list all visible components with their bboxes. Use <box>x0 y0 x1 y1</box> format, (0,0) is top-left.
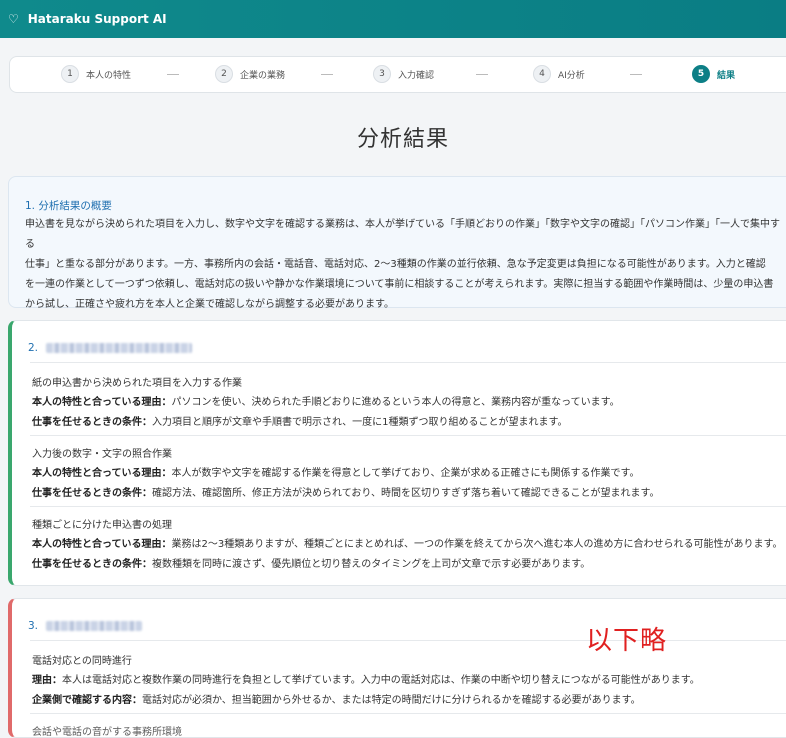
reason-label: 本人の特性と合っている理由： <box>32 539 172 550</box>
step-separator <box>476 74 488 75</box>
item-reason: 本人の特性と合っている理由：パソコンを使い、決められた手順どおりに進めるという本… <box>32 393 620 408</box>
summary-line: 仕事」と重なる部分があります。一方、事務所内の会話・電話音、電話対応、2～3種類… <box>25 259 766 270</box>
omitted-note: 以下略 <box>586 626 668 656</box>
reason-text: 本人が数字や文字を確認する作業を得意として挙げており、企業が求める正確さにも関係… <box>171 468 640 479</box>
item-title: 紙の申込書から決められた項目を入力する作業 <box>32 378 242 389</box>
redacted-heading <box>46 621 143 631</box>
step-separator <box>167 74 179 75</box>
section-number: 3. <box>28 620 39 632</box>
summary-card: 1. 分析結果の概要 申込書を見ながら決められた項目を入力し、数字や文字を確認す… <box>8 176 786 310</box>
step-separator <box>321 74 333 75</box>
divider <box>30 362 786 363</box>
item-title: 会話や電話の音がする事務所環境 <box>32 727 182 738</box>
section-number: 2. <box>28 342 39 354</box>
step-number: 1 <box>61 65 79 83</box>
condition-label: 仕事を任せるときの条件： <box>32 488 152 499</box>
heart-outline-icon: ♡ <box>8 12 19 26</box>
step-4: 4 AI分析 <box>533 65 585 83</box>
step-number: 5 <box>692 65 710 83</box>
reason-text: 業務は2～3種類ありますが、種類ごとにまとめれば、一つの作業を終えてから次へ進む… <box>171 539 783 550</box>
condition-text: 複数種類を同時に渡さず、優先順位と切り替えのタイミングを上司が文章で示す必要があ… <box>152 559 591 570</box>
summary-line: 申込書を見ながら決められた項目を入力し、数字や文字を確認する業務は、本人が挙げて… <box>25 219 780 250</box>
item-title: 種類ごとに分けた申込書の処理 <box>32 520 172 531</box>
condition-text: 入力項目と順序が文章や手順書で明示され、一度に1種類ずつ取り組めることが望まれま… <box>152 417 568 428</box>
condition-label: 企業側で確認する内容： <box>32 695 142 706</box>
step-3: 3 入力確認 <box>373 65 434 83</box>
reason-text: パソコンを使い、決められた手順どおりに進めるという本人の得意と、業務内容が重なっ… <box>171 397 620 408</box>
step-label: AI分析 <box>558 70 585 81</box>
app-title: Hataraku Support AI <box>27 12 167 26</box>
step-label: 結果 <box>717 70 736 81</box>
item-reason: 理由：本人は電話対応と複数作業の同時進行を負担として挙げています。入力中の電話対… <box>32 671 700 686</box>
reason-label: 本人の特性と合っている理由： <box>32 468 172 479</box>
item-reason: 本人の特性と合っている理由：本人が数字や文字を確認する作業を得意として挙げており… <box>32 464 640 479</box>
item-title: 入力後の数字・文字の照合作業 <box>32 449 172 460</box>
item-reason: 本人の特性と合っている理由：業務は2～3種類ありますが、種類ごとにまとめれば、一… <box>32 535 783 550</box>
suitable-tasks-card: 2. 紙の申込書から決められた項目を入力する作業 本人の特性と合っている理由：パ… <box>8 320 786 586</box>
reason-text: 本人は電話対応と複数作業の同時進行を負担として挙げています。入力中の電話対応は、… <box>62 675 700 686</box>
step-label: 入力確認 <box>398 70 435 81</box>
app-header: ♡ Hataraku Support AI <box>0 0 786 38</box>
item-title: 電話対応との同時進行 <box>32 656 132 667</box>
step-separator <box>630 74 642 75</box>
step-number: 4 <box>533 65 551 83</box>
summary-line: を一連の作業として一つずつ依頼し、電話対応の扱いや静かな作業環境について事前に相… <box>25 279 774 290</box>
condition-text: 確認方法、確認箇所、修正方法が決められており、時間を区切りすぎず落ち着いて確認で… <box>152 488 660 499</box>
divider <box>30 640 786 641</box>
divider <box>30 506 786 507</box>
reason-label: 理由： <box>32 675 62 686</box>
condition-label: 仕事を任せるときの条件： <box>32 417 152 428</box>
step-label: 本人の特性 <box>86 70 132 81</box>
section3-heading: 3. <box>28 620 143 632</box>
condition-text: 電話対応が必須か、担当範囲から外せるか、または特定の時間だけに分けられるかを確認… <box>142 695 641 706</box>
divider <box>30 713 786 714</box>
step-5: 5 結果 <box>692 65 735 83</box>
condition-label: 仕事を任せるときの条件： <box>32 559 152 570</box>
caution-tasks-card: 3. 電話対応との同時進行 理由：本人は電話対応と複数作業の同時進行を負担として… <box>8 598 786 738</box>
step-number: 3 <box>373 65 391 83</box>
reason-label: 本人の特性と合っている理由： <box>32 397 172 408</box>
step-2: 2 企業の業務 <box>215 65 285 83</box>
progress-stepper: 1 本人の特性 2 企業の業務 3 入力確認 4 AI分析 5 結果 <box>9 56 786 93</box>
page-title: 分析結果 <box>356 127 449 152</box>
divider <box>30 435 786 436</box>
item-condition: 仕事を任せるときの条件：確認方法、確認箇所、修正方法が決められており、時間を区切… <box>32 484 660 499</box>
item-condition: 仕事を任せるときの条件：複数種類を同時に渡さず、優先順位と切り替えのタイミングを… <box>32 555 590 570</box>
item-condition: 企業側で確認する内容：電話対応が必須か、担当範囲から外せるか、または特定の時間だ… <box>32 691 641 706</box>
summary-heading: 1. 分析結果の概要 <box>25 200 112 212</box>
step-number: 2 <box>215 65 233 83</box>
section2-heading: 2. <box>28 342 193 354</box>
summary-text: 申込書を見ながら決められた項目を入力し、数字や文字を確認する業務は、本人が挙げて… <box>25 215 786 315</box>
summary-line: から試し、正確さや疲れ方を本人と企業で確認しながら調整する必要があります。 <box>25 299 394 310</box>
item-condition: 仕事を任せるときの条件：入力項目と順序が文章や手順書で明示され、一度に1種類ずつ… <box>32 413 567 428</box>
step-label: 企業の業務 <box>240 70 286 81</box>
step-1: 1 本人の特性 <box>61 65 131 83</box>
redacted-heading <box>46 343 193 353</box>
